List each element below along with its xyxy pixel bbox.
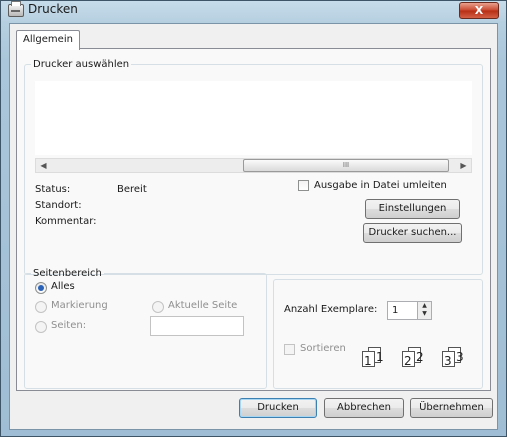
comment-label: Kommentar: [35, 216, 97, 227]
pages-input[interactable] [150, 316, 244, 336]
window-title: Drucken [28, 2, 78, 16]
copies-spinner[interactable]: ▲ ▼ [417, 301, 432, 320]
pages-label[interactable]: Seiten: [51, 320, 86, 331]
status-value: Bereit [117, 184, 147, 195]
page-range-legend: Seitenbereich [33, 268, 102, 279]
collate-page-number: 1 [376, 350, 384, 364]
print-to-file-label[interactable]: Ausgabe in Datei umleiten [314, 180, 447, 191]
title-bar[interactable]: Drucken X [1, 1, 506, 23]
scroll-left-icon[interactable]: ◀ [36, 159, 51, 172]
copies-count-label: Anzahl Exemplare: [284, 304, 378, 315]
apply-button[interactable]: Übernehmen [410, 398, 493, 418]
location-label: Standort: [35, 200, 82, 211]
collate-page-number: 1 [364, 354, 372, 368]
settings-button[interactable]: Einstellungen [365, 199, 460, 219]
dialog-client-area: Allgemein Drucker auswählen ◀ III ▶ Stat… [9, 23, 498, 430]
selection-label[interactable]: Markierung [51, 300, 108, 311]
collate-page-number: 2 [416, 350, 424, 364]
print-button[interactable]: Drucken [239, 398, 317, 418]
printer-icon [8, 1, 24, 17]
collate-page-number: 3 [444, 354, 452, 368]
spin-up-icon[interactable]: ▲ [418, 302, 431, 310]
collate-page-number: 3 [456, 350, 464, 364]
current-page-label[interactable]: Aktuelle Seite [168, 300, 237, 311]
scroll-right-icon[interactable]: ▶ [456, 159, 471, 172]
tab-panel-general: Drucker auswählen ◀ III ▶ Status: Bereit… [16, 48, 491, 391]
printer-list-scrollbar[interactable]: ◀ III ▶ [35, 158, 472, 173]
find-printer-button[interactable]: Drucker suchen... [363, 223, 462, 243]
status-label: Status: [35, 184, 71, 195]
current-page-radio[interactable] [152, 301, 164, 313]
tab-general[interactable]: Allgemein [16, 30, 80, 50]
print-to-file-checkbox[interactable] [298, 180, 309, 191]
printer-select-legend: Drucker auswählen [33, 59, 130, 70]
print-dialog: Drucken X Allgemein Drucker auswählen ◀ … [0, 0, 507, 437]
collate-label[interactable]: Sortieren [300, 343, 346, 354]
cancel-button[interactable]: Abbrechen [324, 398, 404, 418]
printer-list[interactable] [35, 81, 472, 155]
spin-down-icon[interactable]: ▼ [418, 310, 431, 318]
pages-radio[interactable] [35, 321, 47, 333]
collate-page-number: 2 [404, 354, 412, 368]
close-button[interactable]: X [459, 2, 499, 19]
scrollbar-thumb[interactable]: III [243, 159, 449, 172]
copies-group [273, 279, 483, 389]
all-pages-radio[interactable] [35, 282, 47, 294]
collate-checkbox[interactable] [284, 344, 295, 355]
all-pages-label[interactable]: Alles [51, 281, 75, 292]
selection-radio[interactable] [35, 301, 47, 313]
